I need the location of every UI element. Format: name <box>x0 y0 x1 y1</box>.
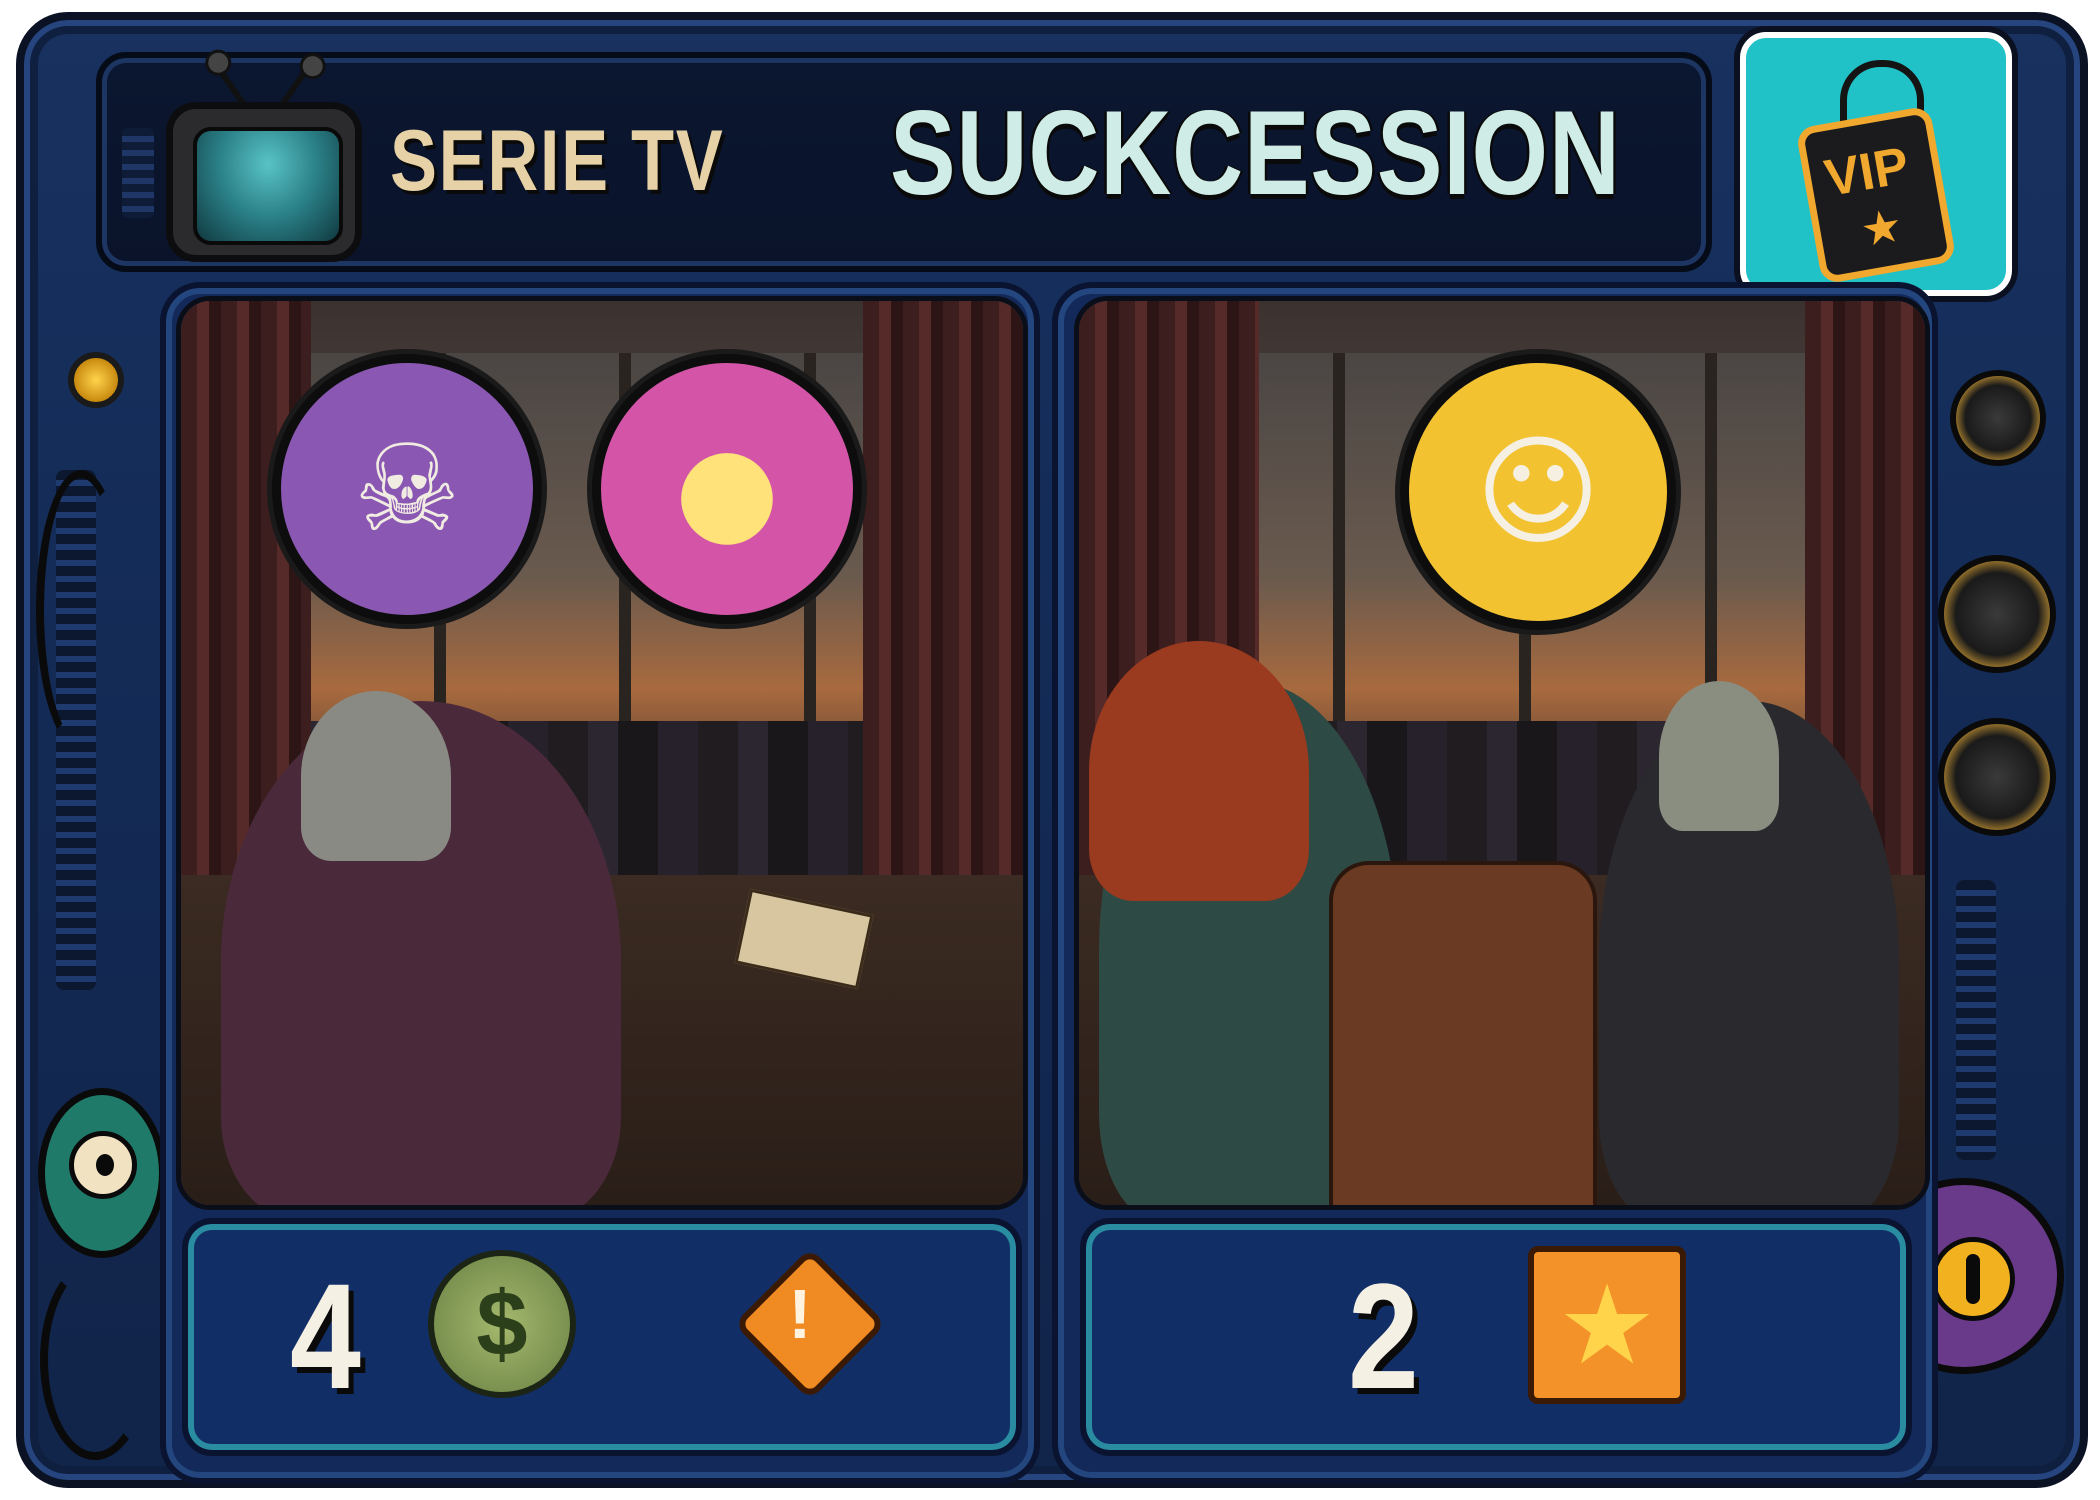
dollar-coin-icon: $ <box>428 1250 576 1398</box>
tv-icon <box>160 58 370 272</box>
star-icon: ★ <box>1528 1246 1686 1404</box>
spotlight-trait-icon: ● <box>592 354 862 624</box>
dial-knob-top <box>1938 555 2056 673</box>
elderly-vampire-head <box>301 691 451 861</box>
skull-trait-icon: ☠ <box>272 354 542 624</box>
right-speaker-grille <box>1956 880 1996 1160</box>
card-title: SUCKCESSION <box>890 86 1621 220</box>
leather-armchair <box>1329 861 1597 1205</box>
plug-knob <box>1950 370 2046 466</box>
green-eye-monster-icon <box>38 1088 166 1258</box>
vip-pass-icon: VIP ★ <box>1795 105 1957 285</box>
cost-value: 4 <box>290 1252 361 1420</box>
vampire-man-head <box>1659 681 1779 831</box>
dial-knob-bottom <box>1938 718 2056 836</box>
alert-symbol: ! <box>788 1274 812 1353</box>
mermaid-hair <box>1089 641 1309 901</box>
reward-value: 2 <box>1348 1252 1419 1420</box>
bottom-left-cable <box>40 1260 150 1460</box>
left-bulb-icon <box>68 352 124 408</box>
right-stat-bar <box>1080 1218 1912 1456</box>
left-cable <box>36 470 126 750</box>
header-grille <box>122 128 154 218</box>
vip-badge-box: VIP ★ <box>1740 32 2012 296</box>
star-icon: ★ <box>1856 197 1907 258</box>
category-label: SERIE TV <box>390 113 725 209</box>
vip-label: VIP <box>1820 136 1914 209</box>
comedy-mask-trait-icon: ☺ <box>1400 354 1676 630</box>
